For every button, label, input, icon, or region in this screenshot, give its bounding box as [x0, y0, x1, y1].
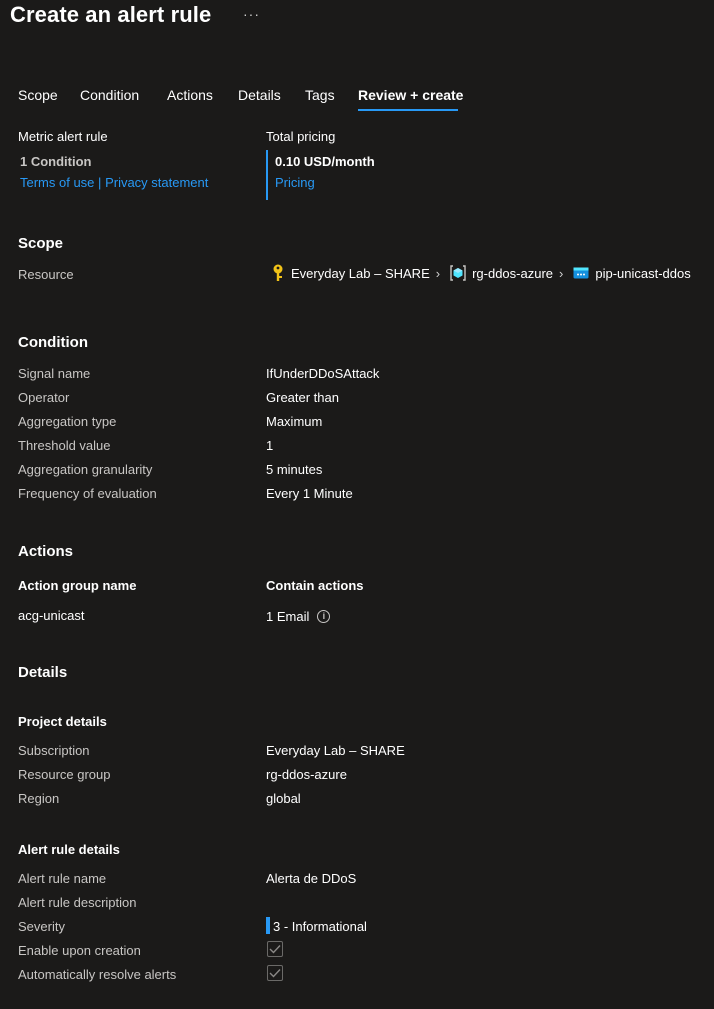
granularity-label: Aggregation granularity — [18, 462, 153, 477]
condition-heading: Condition — [18, 334, 88, 351]
aggregation-type-value: Maximum — [266, 414, 323, 429]
enable-upon-creation-checkbox[interactable] — [267, 941, 283, 957]
action-group-name: acg-unicast — [18, 608, 85, 623]
key-icon — [271, 264, 285, 282]
crumb-resource[interactable]: pip-unicast-ddos — [595, 266, 690, 281]
terms-of-use-link[interactable]: Terms of use — [20, 175, 94, 190]
resource-breadcrumb: Everyday Lab – SHARE › rg-ddos-azure › p… — [271, 264, 691, 282]
contain-actions-value: 1 Email — [266, 609, 310, 624]
price-value: 0.10 USD/month — [275, 154, 375, 169]
pricing-accent-bar — [266, 150, 268, 200]
resource-group-label: Resource group — [18, 767, 111, 782]
project-details-heading: Project details — [18, 714, 107, 729]
resource-group-value: rg-ddos-azure — [266, 767, 347, 782]
enable-upon-creation-label: Enable upon creation — [18, 943, 141, 958]
contain-actions-header: Contain actions — [266, 578, 364, 593]
more-options-button[interactable]: ··· — [243, 6, 260, 22]
tab-review-create[interactable]: Review + create — [358, 87, 463, 103]
operator-label: Operator — [18, 390, 70, 405]
contain-actions-cell: 1 Email i — [266, 609, 331, 624]
threshold-label: Threshold value — [18, 438, 111, 453]
tab-condition[interactable]: Condition — [80, 87, 139, 103]
info-icon[interactable]: i — [317, 610, 331, 623]
alert-rule-name-label: Alert rule name — [18, 871, 107, 886]
alert-rule-description-label: Alert rule description — [18, 895, 137, 910]
region-value: global — [266, 791, 301, 806]
action-group-name-header: Action group name — [18, 578, 137, 593]
severity-label: Severity — [18, 919, 65, 934]
privacy-statement-link[interactable]: Privacy statement — [105, 175, 208, 190]
granularity-value: 5 minutes — [266, 462, 323, 477]
legal-links: Terms of use | Privacy statement — [20, 175, 208, 190]
frequency-value: Every 1 Minute — [266, 486, 353, 501]
frequency-label: Frequency of evaluation — [18, 486, 157, 501]
auto-resolve-label: Automatically resolve alerts — [18, 967, 177, 982]
severity-indicator — [266, 917, 270, 934]
pricing-link[interactable]: Pricing — [275, 175, 315, 190]
checkmark-icon — [269, 945, 281, 954]
tab-tags[interactable]: Tags — [305, 87, 335, 103]
subscription-label: Subscription — [18, 743, 90, 758]
resource-label: Resource — [18, 267, 74, 282]
auto-resolve-checkbox[interactable] — [267, 965, 283, 981]
aggregation-type-label: Aggregation type — [18, 414, 117, 429]
tab-actions[interactable]: Actions — [167, 87, 213, 103]
condition-count: 1 Condition — [20, 154, 92, 169]
tab-details[interactable]: Details — [238, 87, 281, 103]
active-tab-indicator — [358, 109, 458, 111]
alert-rule-name-value: Alerta de DDoS — [266, 871, 357, 886]
alert-rule-details-heading: Alert rule details — [18, 842, 120, 857]
chevron-right-icon: › — [559, 265, 564, 281]
operator-value: Greater than — [266, 390, 339, 405]
resource-group-icon — [450, 265, 466, 281]
actions-heading: Actions — [18, 543, 74, 560]
region-label: Region — [18, 791, 60, 806]
chevron-right-icon: › — [435, 265, 441, 281]
scope-heading: Scope — [18, 235, 64, 252]
rule-type-label: Metric alert rule — [18, 129, 108, 144]
checkmark-icon — [269, 969, 281, 978]
severity-value: 3 - Informational — [273, 919, 367, 934]
link-separator: | — [98, 175, 102, 190]
total-pricing-label: Total pricing — [266, 129, 336, 144]
public-ip-icon — [573, 267, 589, 279]
page-title: Create an alert rule — [10, 2, 212, 27]
threshold-value: 1 — [266, 438, 274, 453]
crumb-subscription[interactable]: Everyday Lab – SHARE — [291, 266, 430, 281]
tab-scope[interactable]: Scope — [18, 87, 58, 103]
signal-name-value: IfUnderDDoSAttack — [266, 366, 380, 381]
subscription-value: Everyday Lab – SHARE — [266, 743, 405, 758]
details-heading: Details — [18, 664, 68, 681]
signal-name-label: Signal name — [18, 366, 91, 381]
crumb-resource-group[interactable]: rg-ddos-azure — [472, 266, 553, 281]
